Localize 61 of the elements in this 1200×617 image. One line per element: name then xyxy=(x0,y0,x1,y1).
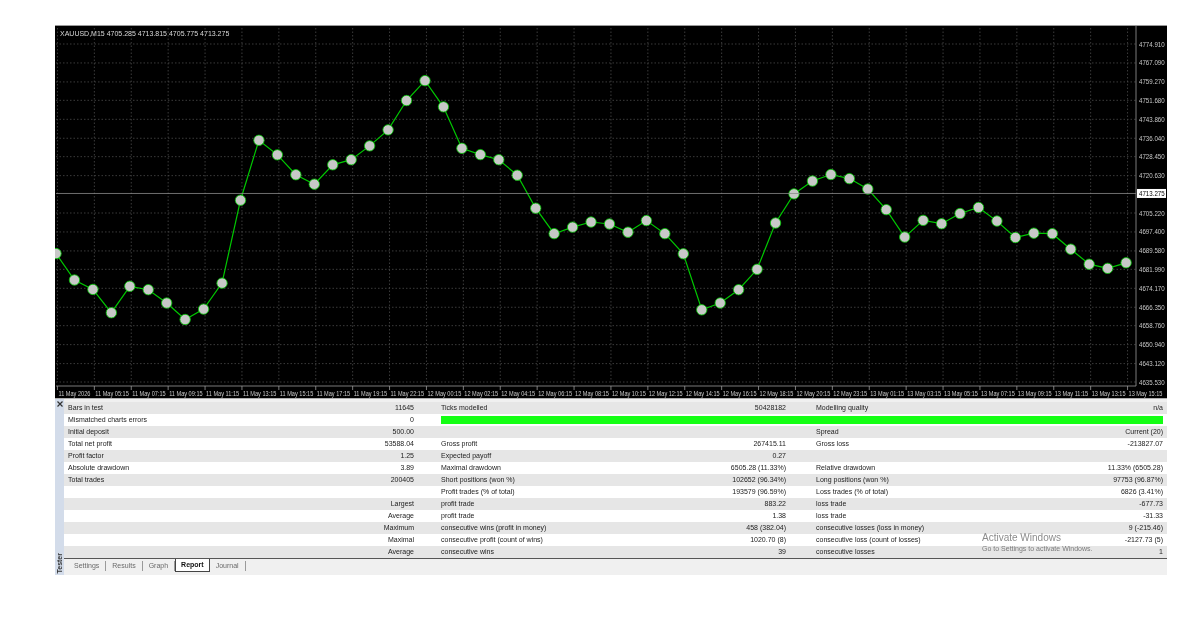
data-point xyxy=(603,218,616,230)
data-point xyxy=(474,149,486,161)
data-point xyxy=(788,188,800,200)
data-point xyxy=(1065,243,1077,255)
data-point xyxy=(364,140,376,152)
close-icon[interactable] xyxy=(56,401,63,407)
data-point xyxy=(68,274,81,286)
data-point xyxy=(825,168,837,181)
data-point xyxy=(733,284,745,296)
data-point xyxy=(548,228,560,240)
data-point xyxy=(972,201,985,214)
activation-notice-title: Activate Windows xyxy=(982,532,1062,544)
data-point xyxy=(327,159,339,171)
data-point xyxy=(345,154,357,166)
data-point xyxy=(530,202,542,214)
data-point xyxy=(142,284,154,296)
data-point xyxy=(437,101,450,113)
data-point xyxy=(1120,257,1132,269)
data-point xyxy=(1046,228,1058,240)
data-point xyxy=(585,216,597,228)
data-point xyxy=(511,169,523,181)
data-point xyxy=(1083,258,1095,270)
data-point xyxy=(769,217,782,229)
data-point xyxy=(696,304,708,316)
data-point xyxy=(308,178,320,190)
data-point xyxy=(843,173,855,185)
data-point xyxy=(936,218,948,230)
data-point xyxy=(493,154,505,166)
data-point xyxy=(567,221,579,233)
data-point xyxy=(55,247,62,260)
data-point xyxy=(456,142,468,154)
data-point xyxy=(124,280,136,292)
data-point xyxy=(198,303,210,315)
data-point xyxy=(899,231,911,243)
data-point xyxy=(1009,231,1021,244)
data-point xyxy=(105,307,117,319)
data-point xyxy=(714,297,726,309)
data-point xyxy=(677,248,689,260)
data-point xyxy=(1102,262,1114,274)
data-point xyxy=(751,263,763,275)
data-point xyxy=(659,228,671,240)
data-point xyxy=(161,297,173,309)
data-point xyxy=(382,124,394,136)
data-point xyxy=(234,194,247,206)
data-point xyxy=(1028,227,1040,239)
data-point xyxy=(290,169,302,181)
data-point xyxy=(640,214,652,227)
data-point xyxy=(917,214,929,226)
data-point xyxy=(216,277,228,289)
data-point xyxy=(862,183,874,195)
data-point xyxy=(179,313,191,326)
data-point xyxy=(880,204,892,216)
data-point xyxy=(271,149,283,161)
data-point xyxy=(954,207,966,220)
data-point xyxy=(622,226,634,238)
data-point xyxy=(419,75,431,87)
data-point xyxy=(991,215,1003,227)
data-point xyxy=(806,175,819,187)
data-point xyxy=(87,283,99,296)
data-point xyxy=(400,94,413,107)
data-point xyxy=(253,134,265,146)
